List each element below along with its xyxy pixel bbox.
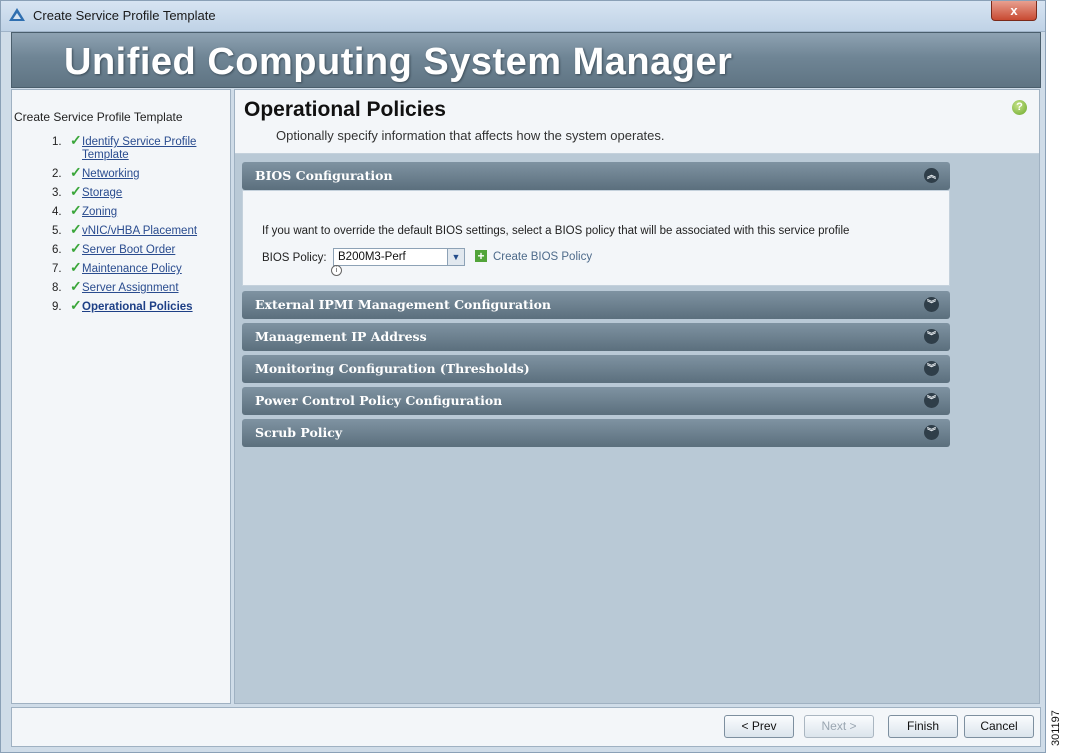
step-number: 7. xyxy=(52,263,62,275)
wizard-footer: < Prev Next > Finish Cancel xyxy=(11,707,1041,747)
collapse-chevron-icon[interactable]: ︽ xyxy=(924,168,939,183)
wizard-step-server-assignment[interactable]: 8. ✓ Server Assignment xyxy=(12,278,232,295)
cancel-button[interactable]: Cancel xyxy=(964,715,1034,738)
step-number: 8. xyxy=(52,282,62,294)
section-label: Scrub Policy xyxy=(255,425,343,440)
section-label: Monitoring Configuration (Thresholds) xyxy=(255,361,530,376)
close-button[interactable]: x xyxy=(991,1,1037,21)
step-number: 3. xyxy=(52,187,62,199)
wizard-steps-panel: Create Service Profile Template 1. ✓ Ide… xyxy=(11,89,231,704)
wizard-steps-list: 1. ✓ Identify Service Profile Template 2… xyxy=(12,132,232,320)
section-header-scrub-policy[interactable]: Scrub Policy ︾ xyxy=(242,419,950,447)
wizard-step-storage[interactable]: 3. ✓ Storage xyxy=(12,183,232,200)
section-label: External IPMI Management Configuration xyxy=(255,297,551,312)
checkmark-icon: ✓ xyxy=(70,183,82,199)
finish-button[interactable]: Finish xyxy=(888,715,958,738)
info-icon[interactable]: i xyxy=(331,265,342,276)
section-header-management-ip[interactable]: Management IP Address ︾ xyxy=(242,323,950,351)
dialog-window: Create Service Profile Template x Unifie… xyxy=(0,0,1046,753)
app-banner-title: Unified Computing System Manager xyxy=(64,41,733,83)
wizard-step-zoning[interactable]: 4. ✓ Zoning xyxy=(12,202,232,219)
bios-policy-label: BIOS Policy: xyxy=(262,252,327,264)
page-title: Operational Policies xyxy=(244,98,446,121)
expand-chevron-icon[interactable]: ︾ xyxy=(924,329,939,344)
checkmark-icon: ✓ xyxy=(70,221,82,237)
wizard-title: Create Service Profile Template xyxy=(14,110,183,124)
checkmark-icon: ✓ xyxy=(70,164,82,180)
plus-icon[interactable]: + xyxy=(475,250,487,262)
section-label: Power Control Policy Configuration xyxy=(255,393,503,408)
figure-number: 301197 xyxy=(1050,710,1062,746)
content-header: Operational Policies Optionally specify … xyxy=(235,90,1039,154)
section-header-monitoring[interactable]: Monitoring Configuration (Thresholds) ︾ xyxy=(242,355,950,383)
section-header-power-control[interactable]: Power Control Policy Configuration ︾ xyxy=(242,387,950,415)
dropdown-arrow-icon[interactable]: ▼ xyxy=(447,249,464,265)
expand-chevron-icon[interactable]: ︾ xyxy=(924,393,939,408)
checkmark-icon: ✓ xyxy=(70,202,82,218)
step-number: 9. xyxy=(52,301,62,313)
step-number: 5. xyxy=(52,225,62,237)
ucs-app-icon xyxy=(9,8,25,21)
create-bios-policy-link[interactable]: Create BIOS Policy xyxy=(493,251,592,263)
expand-chevron-icon[interactable]: ︾ xyxy=(924,297,939,312)
step-number: 6. xyxy=(52,244,62,256)
wizard-step-identify[interactable]: 1. ✓ Identify Service Profile Template xyxy=(12,132,232,162)
step-number: 4. xyxy=(52,206,62,218)
expand-chevron-icon[interactable]: ︾ xyxy=(924,361,939,376)
content-panel: Operational Policies Optionally specify … xyxy=(234,89,1040,704)
wizard-step-operational-policies[interactable]: 9. ✓ Operational Policies xyxy=(12,297,232,314)
checkmark-icon: ✓ xyxy=(70,259,82,275)
step-number: 1. xyxy=(52,136,62,148)
bios-description: If you want to override the default BIOS… xyxy=(262,225,850,237)
app-banner: Unified Computing System Manager xyxy=(11,32,1041,88)
checkmark-icon: ✓ xyxy=(70,132,82,148)
expand-chevron-icon[interactable]: ︾ xyxy=(924,425,939,440)
next-button[interactable]: Next > xyxy=(804,715,874,738)
bios-policy-select[interactable]: B200M3-Perf ▼ xyxy=(333,248,465,266)
bios-configuration-body: If you want to override the default BIOS… xyxy=(242,190,950,286)
page-subtitle: Optionally specify information that affe… xyxy=(276,128,665,143)
checkmark-icon: ✓ xyxy=(70,278,82,294)
checkmark-icon: ✓ xyxy=(70,297,82,313)
title-bar[interactable]: Create Service Profile Template x xyxy=(1,1,1045,32)
section-label: Management IP Address xyxy=(255,329,427,344)
wizard-step-server-boot-order[interactable]: 6. ✓ Server Boot Order xyxy=(12,240,232,257)
checkmark-icon: ✓ xyxy=(70,240,82,256)
wizard-step-vnic-vhba-placement[interactable]: 5. ✓ vNIC/vHBA Placement xyxy=(12,221,232,238)
prev-button[interactable]: < Prev xyxy=(724,715,794,738)
section-header-external-ipmi[interactable]: External IPMI Management Configuration ︾ xyxy=(242,291,950,319)
step-number: 2. xyxy=(52,168,62,180)
section-header-bios-configuration[interactable]: BIOS Configuration ︽ xyxy=(242,162,950,190)
window-title: Create Service Profile Template xyxy=(33,8,216,23)
bios-policy-value: B200M3-Perf xyxy=(338,251,406,263)
wizard-step-maintenance-policy[interactable]: 7. ✓ Maintenance Policy xyxy=(12,259,232,276)
wizard-step-networking[interactable]: 2. ✓ Networking xyxy=(12,164,232,181)
section-label: BIOS Configuration xyxy=(255,168,393,183)
help-icon[interactable]: ? xyxy=(1012,100,1027,115)
